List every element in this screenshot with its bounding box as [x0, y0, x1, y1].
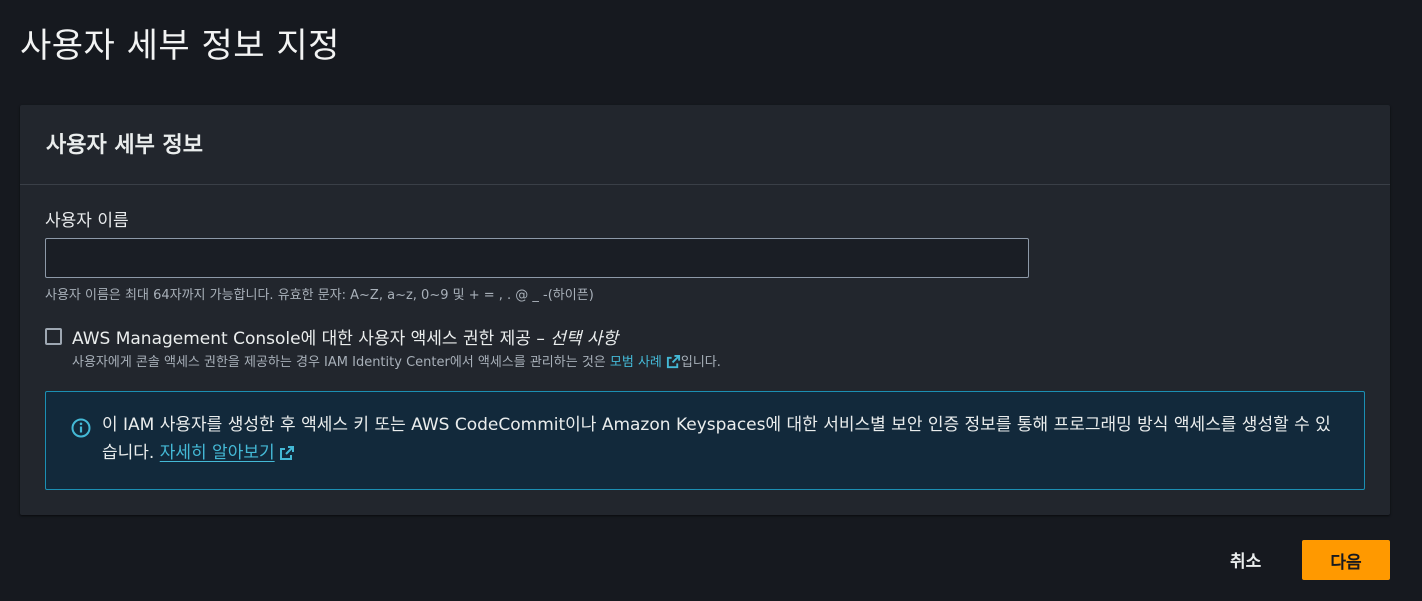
optional-tag: 선택 사항	[550, 329, 619, 349]
panel-header: 사용자 세부 정보	[20, 105, 1390, 185]
cancel-button[interactable]: 취소	[1218, 542, 1273, 576]
console-access-label[interactable]: AWS Management Console에 대한 사용자 액세스 권한 제공…	[72, 324, 618, 349]
console-access-label-text: AWS Management Console에 대한 사용자 액세스 권한 제공…	[72, 329, 545, 349]
console-access-description-suffix: 입니다.	[680, 355, 721, 370]
info-alert-text: 이 IAM 사용자를 생성한 후 액세스 키 또는 AWS CodeCommit…	[102, 411, 1342, 467]
best-practice-link-text: 모범 사례	[609, 355, 662, 370]
username-constraint-text: 사용자 이름은 최대 64자까지 가능합니다. 유효한 문자: A~Z, a~z…	[45, 288, 594, 303]
learn-more-link[interactable]: 자세히 알아보기	[160, 443, 275, 463]
external-link-icon	[279, 446, 294, 460]
username-label: 사용자 이름	[45, 211, 129, 231]
best-practice-link[interactable]: 모범 사례	[609, 354, 681, 370]
console-access-description-prefix: 사용자에게 콘솔 액세스 권한을 제공하는 경우 IAM Identity Ce…	[72, 355, 606, 370]
user-details-panel: 사용자 세부 정보 사용자 이름 사용자 이름은 최대 64자까지 가능합니다.…	[20, 105, 1390, 515]
username-input[interactable]	[45, 238, 1029, 278]
page-title: 사용자 세부 정보 지정	[20, 26, 340, 66]
info-icon	[71, 418, 91, 438]
external-link-icon	[666, 354, 680, 369]
next-button[interactable]: 다음	[1302, 540, 1390, 580]
console-access-description: 사용자에게 콘솔 액세스 권한을 제공하는 경우 IAM Identity Ce…	[72, 351, 721, 370]
learn-more-link-text: 자세히 알아보기	[159, 443, 275, 463]
panel-title: 사용자 세부 정보	[46, 133, 203, 158]
info-alert: 이 IAM 사용자를 생성한 후 액세스 키 또는 AWS CodeCommit…	[45, 391, 1365, 490]
console-access-checkbox[interactable]	[45, 328, 62, 345]
